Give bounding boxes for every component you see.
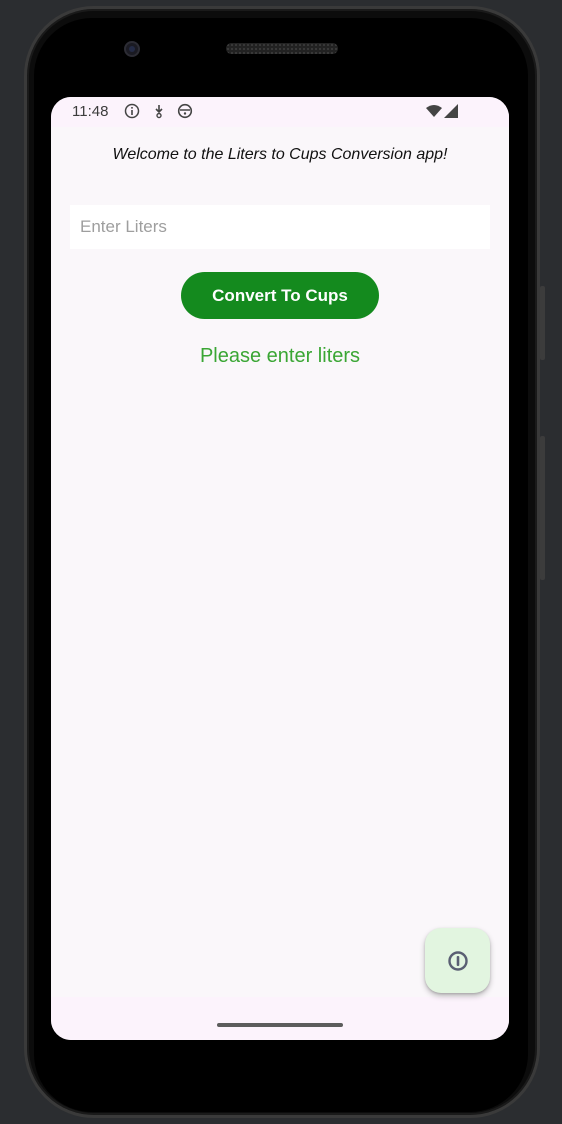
front-camera xyxy=(124,41,140,57)
volume-button xyxy=(540,436,545,580)
power-button xyxy=(540,286,545,360)
status-time: 11:48 xyxy=(72,103,109,120)
gesture-nav-area xyxy=(51,997,509,1040)
wifi-icon xyxy=(426,105,442,117)
signal-icon xyxy=(444,104,458,118)
info-fab-button[interactable] xyxy=(425,928,490,993)
result-text: Please enter liters xyxy=(199,345,361,367)
smiley-icon xyxy=(177,103,193,119)
home-gesture-handle[interactable] xyxy=(217,1023,343,1027)
liters-input[interactable] xyxy=(70,205,490,249)
status-bar: 11:48 xyxy=(51,97,509,127)
earpiece-speaker xyxy=(226,43,338,54)
convert-to-cups-button[interactable]: Convert To Cups xyxy=(181,272,379,319)
info-icon xyxy=(447,950,468,971)
download-icon xyxy=(155,105,163,119)
device-screen: 11:48 Welcome to the Liters to Cups Conv… xyxy=(51,97,509,1040)
info-icon xyxy=(124,103,140,119)
welcome-text: Welcome to the Liters to Cups Conversion… xyxy=(112,146,448,163)
